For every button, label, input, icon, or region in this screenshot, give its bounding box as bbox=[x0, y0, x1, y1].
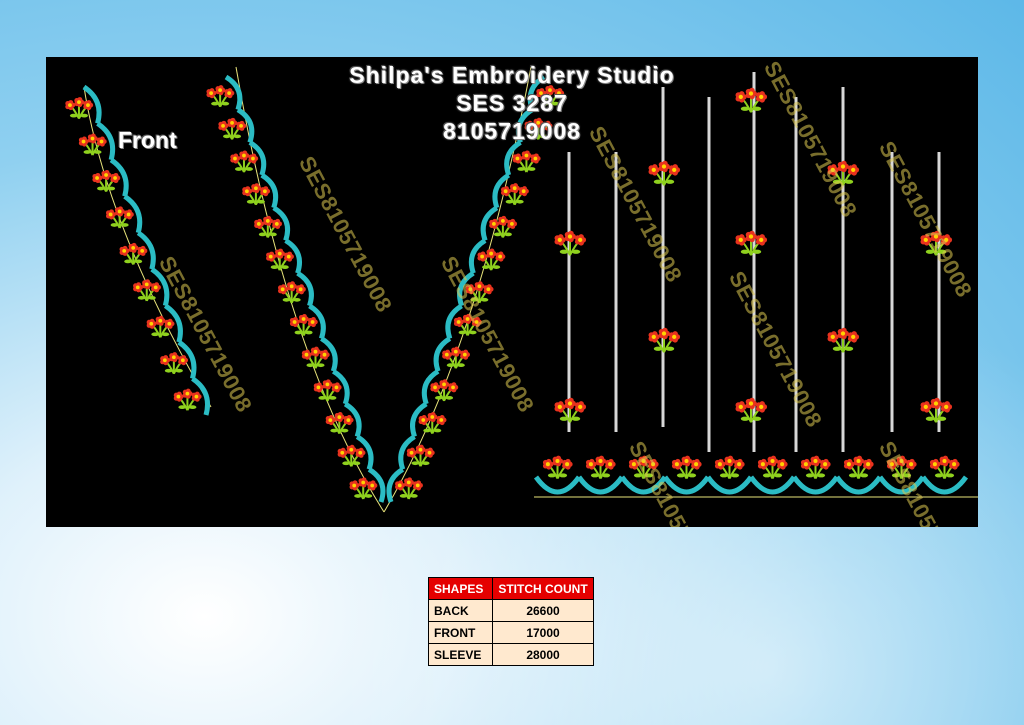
flower-motif bbox=[477, 248, 506, 271]
flower-motif bbox=[173, 388, 202, 411]
flower-motif bbox=[418, 411, 447, 434]
table-row: FRONT 17000 bbox=[428, 621, 594, 644]
table-row: SLEEVE 28000 bbox=[428, 643, 594, 666]
flower-motif bbox=[105, 206, 134, 229]
flower-motif bbox=[349, 477, 378, 500]
flower-motif bbox=[313, 379, 342, 402]
flower-motif bbox=[301, 346, 330, 369]
flower-motif bbox=[512, 150, 541, 173]
flower-motif bbox=[648, 327, 681, 353]
flower-motif bbox=[92, 169, 121, 192]
studio-name: Shilpa's Embroidery Studio bbox=[349, 62, 675, 88]
stitch-count-header: STITCH COUNT bbox=[492, 577, 594, 600]
flower-motif bbox=[160, 352, 189, 375]
flower-motif bbox=[442, 346, 470, 369]
flower-motif bbox=[554, 230, 587, 256]
flower-motif bbox=[133, 279, 161, 302]
flower-motif bbox=[585, 455, 616, 480]
flower-motif bbox=[843, 455, 874, 480]
flower-motif bbox=[920, 397, 953, 423]
flower-motif bbox=[266, 248, 294, 271]
shape-cell: BACK bbox=[428, 599, 493, 622]
front-label: Front bbox=[118, 127, 177, 153]
flower-motif bbox=[230, 150, 259, 173]
flower-motif bbox=[735, 397, 768, 423]
flower-motif bbox=[714, 455, 745, 480]
shapes-header: SHAPES bbox=[428, 577, 493, 600]
flower-motif bbox=[325, 412, 354, 435]
flower-motif bbox=[278, 281, 306, 304]
flower-motif bbox=[671, 455, 702, 480]
flower-motif bbox=[254, 215, 282, 238]
flower-motif bbox=[337, 444, 366, 467]
stitch-count-table: SHAPES STITCH COUNT BACK 26600 FRONT 170… bbox=[428, 577, 594, 666]
flower-motif bbox=[554, 397, 587, 423]
count-cell: 17000 bbox=[492, 621, 594, 644]
count-cell: 28000 bbox=[492, 643, 594, 666]
flower-motif bbox=[757, 455, 788, 480]
flower-motif bbox=[800, 455, 831, 480]
flower-motif bbox=[395, 477, 423, 500]
flower-motif bbox=[289, 313, 318, 336]
flower-motif bbox=[119, 242, 148, 265]
phone-number: 8105719008 bbox=[443, 118, 581, 144]
shape-cell: SLEEVE bbox=[428, 643, 493, 666]
design-code: SES 3287 bbox=[456, 90, 568, 116]
shape-cell: FRONT bbox=[428, 621, 493, 644]
table-row: BACK 26600 bbox=[428, 599, 594, 622]
flower-motif bbox=[648, 160, 681, 186]
flower-motif bbox=[735, 230, 768, 256]
flower-motif bbox=[929, 455, 960, 480]
flower-motif bbox=[430, 379, 459, 402]
table-header-row: SHAPES STITCH COUNT bbox=[428, 577, 594, 600]
flower-motif bbox=[542, 455, 573, 480]
count-cell: 26600 bbox=[492, 599, 594, 622]
flower-motif bbox=[827, 327, 860, 353]
studio-header: Shilpa's Embroidery Studio SES 3287 8105… bbox=[46, 61, 978, 145]
embroidery-design-panel: SES8105719008 SES8105719008 SES810571900… bbox=[46, 57, 978, 527]
flower-motif bbox=[242, 183, 271, 206]
flower-motif bbox=[146, 315, 175, 338]
